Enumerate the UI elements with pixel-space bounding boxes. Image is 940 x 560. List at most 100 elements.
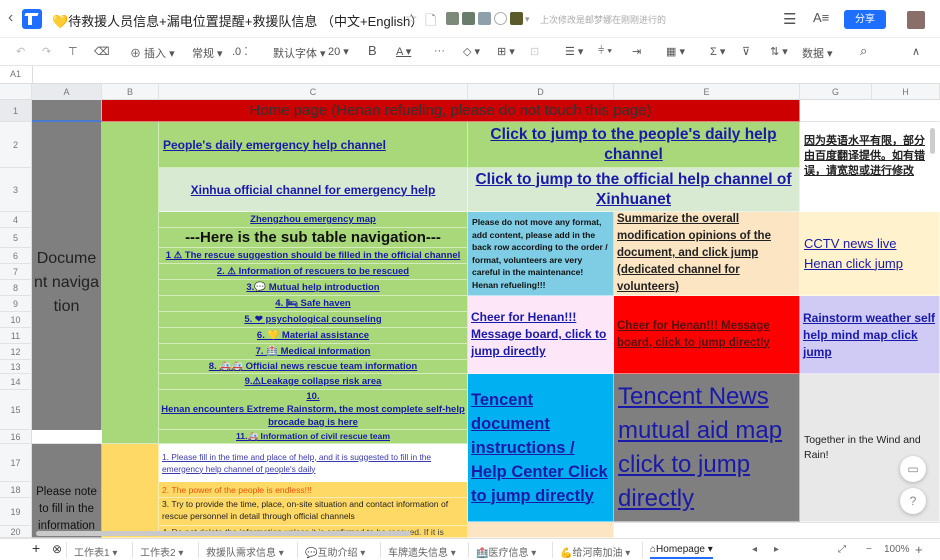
eraser-icon[interactable]: ⌫	[94, 45, 110, 58]
cctv-cell[interactable]: CCTV news live Henan click jump	[800, 212, 940, 296]
row-header[interactable]: 20	[0, 526, 32, 538]
jump-peoples-cell[interactable]: Click to jump to the people's daily help…	[468, 122, 800, 168]
column-b-green[interactable]	[102, 122, 159, 444]
document-navigation-cell[interactable]: Document navigation	[32, 122, 102, 444]
sheet-tab[interactable]: 💪给河南加油 ▾	[560, 544, 630, 559]
rainstorm-map-cell[interactable]: Rainstorm weather self help mind map cli…	[800, 296, 940, 374]
row-header[interactable]: 14	[0, 374, 32, 390]
format-painter-icon[interactable]: ⊤	[68, 45, 78, 58]
nav-link[interactable]: 1 ⚠ The rescue suggestion should be fill…	[166, 249, 461, 262]
sheet-tab[interactable]: 🏥医疗信息 ▾	[476, 544, 536, 559]
peoples-daily-cell[interactable]: People's daily emergency help channel	[159, 122, 468, 168]
nav-item-cell[interactable]: 4. 🛏 Safe haven	[159, 296, 468, 312]
prev-sheet-icon[interactable]: ◂	[752, 544, 757, 555]
app-logo-icon[interactable]	[22, 9, 42, 29]
cell-d20[interactable]	[468, 522, 614, 538]
font-family-dropdown[interactable]: 默认字体 ▾	[273, 45, 326, 61]
nav-link[interactable]: 8. 🚑🚑 Official news rescue team informat…	[209, 360, 417, 373]
note-2-cell[interactable]: 2. The power of the people is endless!!!	[159, 482, 468, 498]
text-mode-icon[interactable]: A≡	[813, 10, 829, 25]
row-header[interactable]: 13	[0, 360, 32, 374]
collaborator-avatar[interactable]	[478, 12, 491, 25]
star-icon[interactable]: ☆	[405, 10, 418, 27]
sheet-list-icon[interactable]: ⊗	[52, 542, 62, 556]
filter-icon[interactable]: ⊽	[742, 45, 750, 58]
zhengzhou-map-link[interactable]: Zhengzhou emergency map	[250, 214, 376, 225]
sort-button[interactable]: ⇅ ▾	[770, 45, 788, 58]
summarize-cell[interactable]: Summarize the overall modification opini…	[614, 212, 800, 296]
document-info-icon[interactable]: 🗋	[425, 10, 436, 34]
nav-item-cell[interactable]: 10. Henan encounters Extreme Rainstorm, …	[159, 390, 468, 430]
tencent-doc-link[interactable]: Tencent document instructions / Help Cen…	[471, 388, 610, 508]
nav-link[interactable]: 3.💬 Mutual help introduction	[246, 281, 379, 294]
note-1-link[interactable]: 1. Please fill in the time and place of …	[162, 451, 464, 475]
column-header-d[interactable]: D	[468, 84, 614, 100]
nav-link[interactable]: 7. 🏥 Medical information	[256, 345, 371, 358]
row-header[interactable]: 4	[0, 212, 32, 228]
collaborator-avatar[interactable]	[510, 12, 523, 25]
column-header-b[interactable]: B	[102, 84, 159, 100]
nav-item-cell[interactable]: 2. ⚠ Information of rescuers to be rescu…	[159, 264, 468, 280]
nav-link[interactable]: 10. Henan encounters Extreme Rainstorm, …	[161, 390, 465, 429]
text-color-button[interactable]: A ▾	[396, 45, 411, 58]
number-format-dropdown[interactable]: 常规 ▾	[192, 45, 223, 61]
book-icon[interactable]: ▭	[900, 456, 926, 482]
insert-button[interactable]: ⊕ 插入 ▾	[130, 45, 175, 61]
nav-item-cell[interactable]: 1 ⚠ The rescue suggestion should be fill…	[159, 248, 468, 264]
nav-link[interactable]: 4. 🛏 Safe haven	[275, 297, 350, 310]
sheet-tab[interactable]: 💬互助介绍 ▾	[305, 544, 365, 559]
search-icon[interactable]: ⌕	[860, 43, 867, 59]
nav-link[interactable]: 6. 💛 Material assistance	[257, 329, 369, 342]
help-icon[interactable]: ?	[900, 488, 926, 514]
cheer-pink-cell[interactable]: Cheer for Henan!!! Message board, click …	[468, 296, 614, 374]
summarize-link[interactable]: Summarize the overall modification opini…	[617, 212, 796, 295]
home-title-cell[interactable]: Home page (Henan refueling, please do no…	[102, 100, 800, 122]
collaborator-avatar[interactable]	[462, 12, 475, 25]
row-header[interactable]: 18	[0, 482, 32, 498]
sub-nav-title-cell[interactable]: ---Here is the sub table navigation---	[159, 228, 468, 248]
row-header[interactable]: 5	[0, 228, 32, 248]
row-header[interactable]: 1	[0, 100, 32, 122]
please-note-cell[interactable]: Please note to fill in the information	[32, 444, 102, 538]
fill-color-button[interactable]: ◇ ▾	[463, 45, 480, 58]
add-sheet-button[interactable]: +	[32, 540, 40, 556]
zoom-out-button[interactable]: −	[866, 544, 872, 555]
cheer-message-board-link-red[interactable]: Cheer for Henan!!! Message board, click …	[617, 318, 796, 352]
cell-reference[interactable]: A1	[10, 69, 21, 79]
wrap-text-icon[interactable]: ⇥	[632, 45, 641, 58]
row-header[interactable]: 19	[0, 498, 32, 526]
sheet-tab[interactable]: 工作表1 ▾	[74, 544, 117, 559]
xinhua-link[interactable]: Xinhua official channel for emergency he…	[191, 183, 436, 197]
sheet-tab[interactable]: 车牌遗失信息 ▾	[388, 544, 456, 559]
cell-e20[interactable]	[614, 522, 940, 538]
collaborator-avatar[interactable]	[446, 12, 459, 25]
jump-peoples-link[interactable]: Click to jump to the people's daily help…	[474, 125, 793, 165]
font-size-dropdown[interactable]: 20 ▾	[328, 45, 349, 58]
row-header[interactable]: 12	[0, 344, 32, 360]
note-3-cell[interactable]: 3. Try to provide the time, place, on-si…	[159, 498, 468, 526]
nav-link[interactable]: 2. ⚠ Information of rescuers to be rescu…	[217, 265, 409, 278]
row-header[interactable]: 2	[0, 122, 32, 168]
row-header[interactable]: 7	[0, 264, 32, 280]
bold-button[interactable]: B	[368, 43, 377, 58]
back-icon[interactable]: ‹	[8, 9, 13, 27]
tencent-doc-cell[interactable]: Tencent document instructions / Help Cen…	[468, 374, 614, 522]
border-button[interactable]: ⊞ ▾	[497, 45, 515, 58]
decimal-button[interactable]: .0 ⁚	[232, 45, 248, 58]
note-1-cell[interactable]: 1. Please fill in the time and place of …	[159, 444, 468, 482]
nav-link[interactable]: 9.⚠Leakage collapse risk area	[245, 375, 382, 388]
cell-a1-selected[interactable]	[32, 100, 102, 122]
menu-icon[interactable]: ☰	[783, 10, 796, 28]
tencent-news-link[interactable]: Tencent News mutual aid map click to jum…	[618, 380, 795, 516]
row-header[interactable]: 17	[0, 444, 32, 482]
row-header[interactable]: 3	[0, 168, 32, 212]
collapse-toolbar-icon[interactable]: ∧	[912, 45, 920, 58]
column-header-a[interactable]: A	[32, 84, 102, 100]
data-menu-button[interactable]: 数据 ▾	[802, 45, 833, 61]
peoples-daily-link[interactable]: People's daily emergency help channel	[163, 138, 386, 152]
nav-item-cell[interactable]: 7. 🏥 Medical information	[159, 344, 468, 360]
user-avatar[interactable]	[907, 11, 925, 29]
horizontal-scrollbar[interactable]	[36, 531, 411, 536]
nav-item-cell[interactable]: 8. 🚑🚑 Official news rescue team informat…	[159, 360, 468, 374]
cheer-message-board-link[interactable]: Cheer for Henan!!! Message board, click …	[471, 309, 610, 360]
